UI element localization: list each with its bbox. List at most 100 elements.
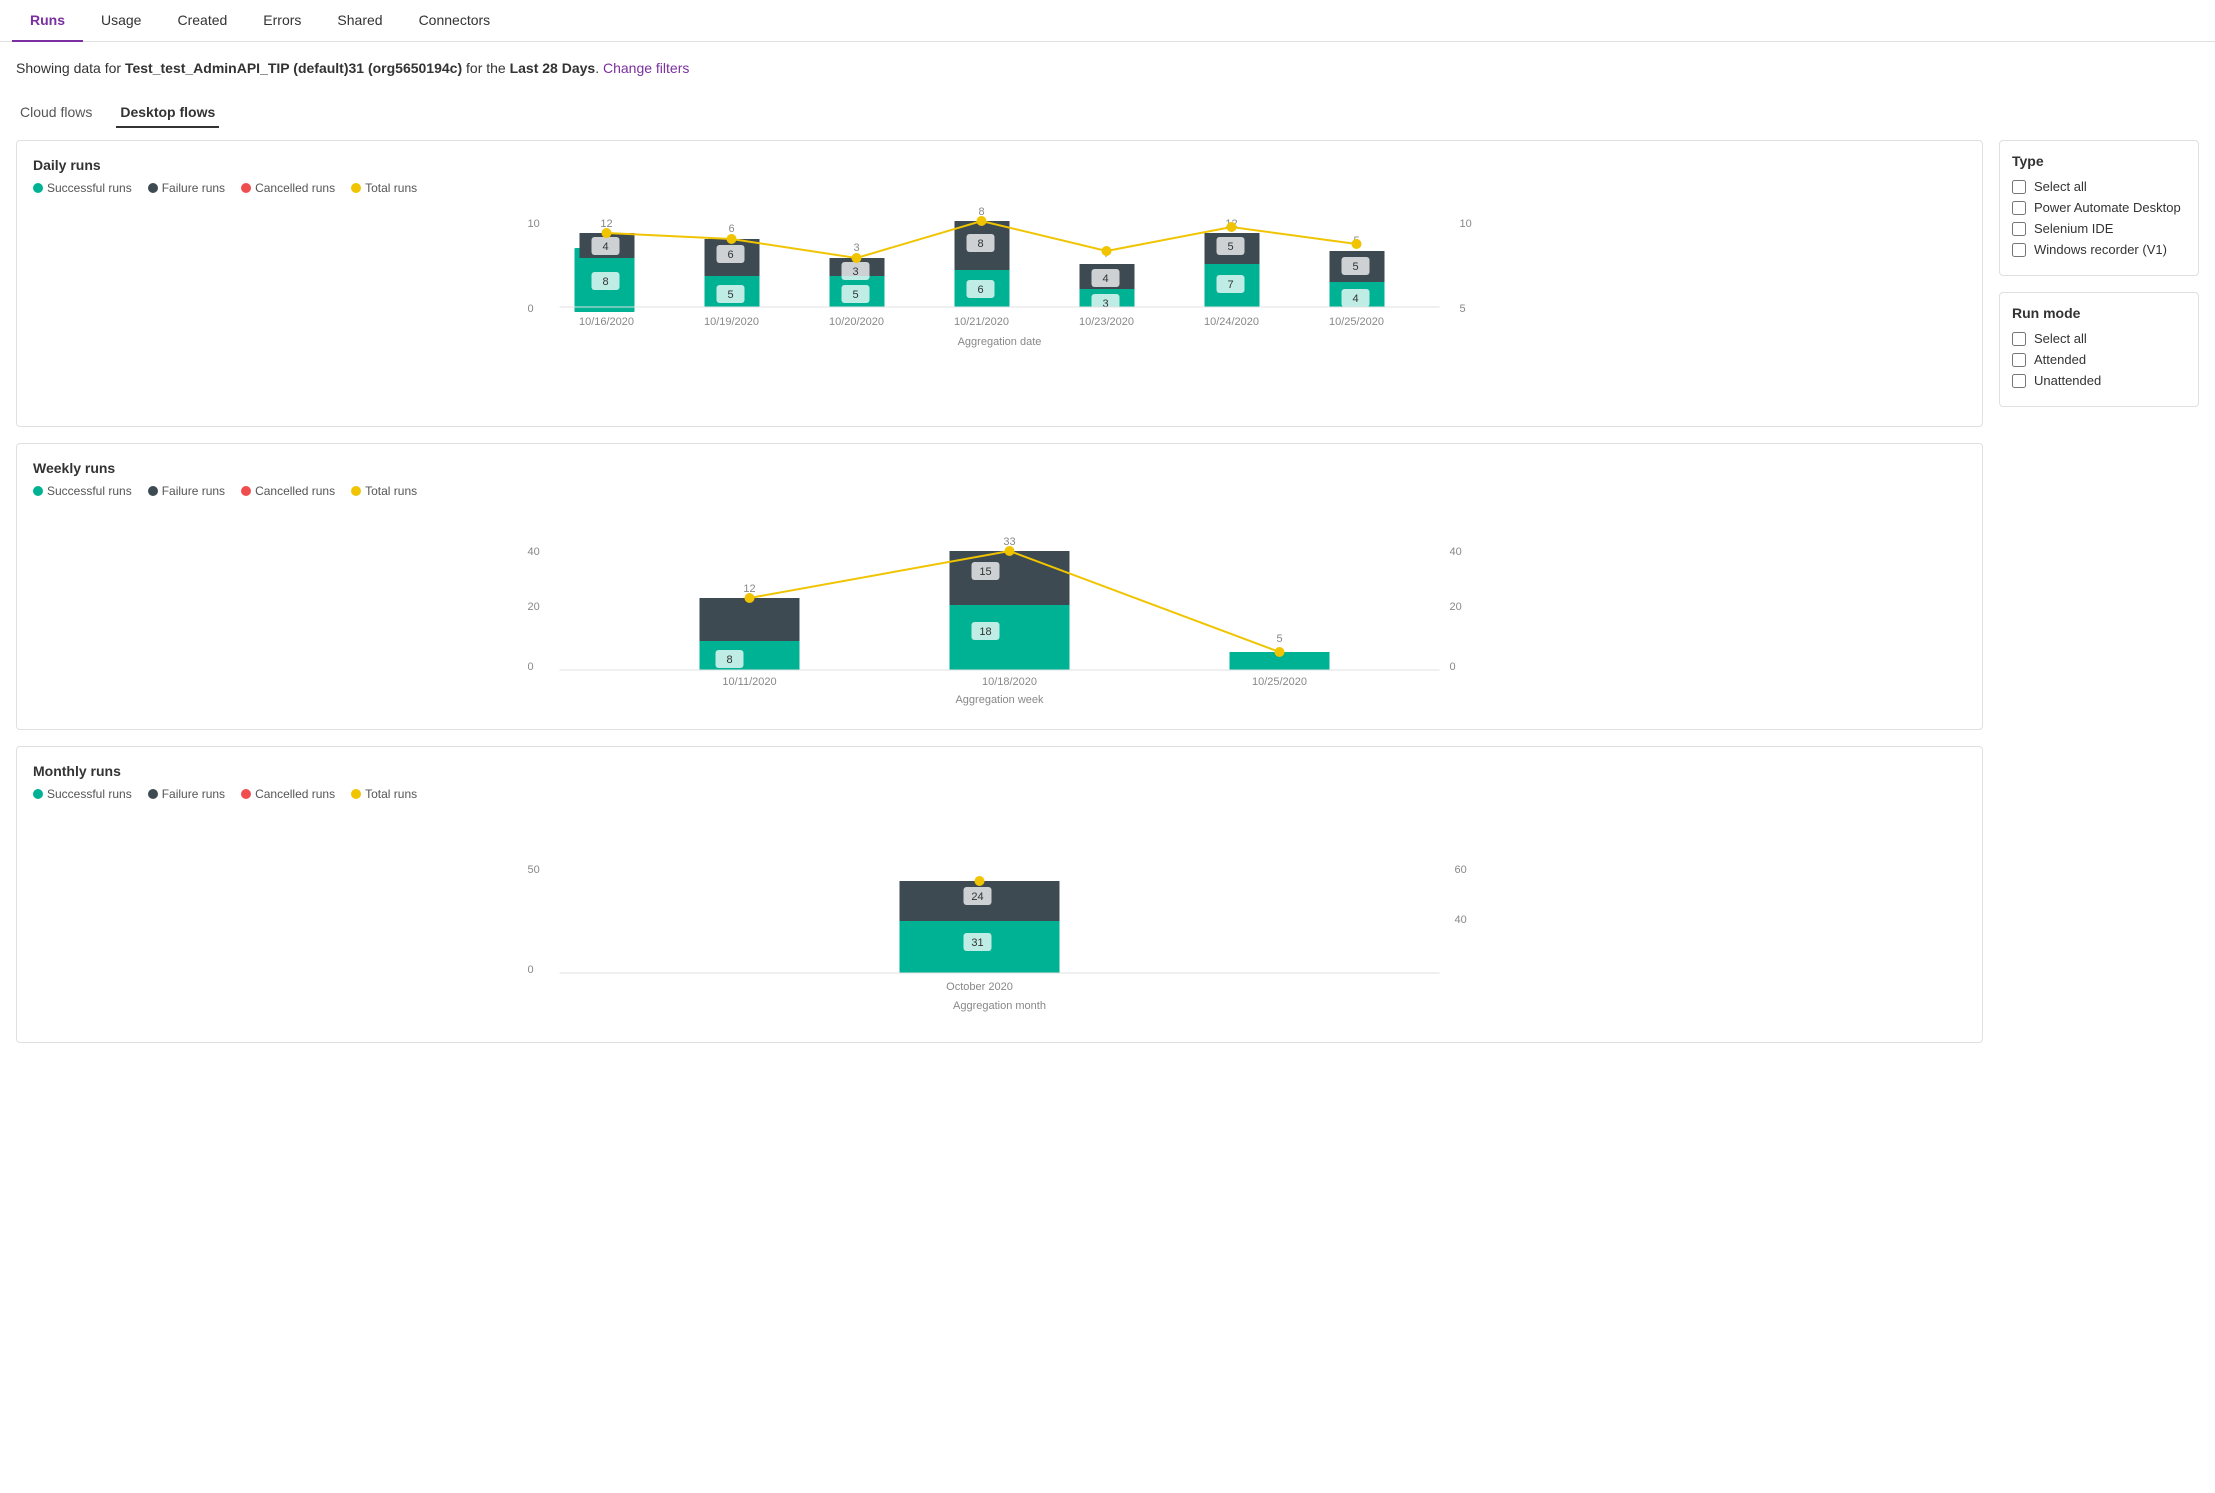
info-bar: Showing data for Test_test_AdminAPI_TIP … <box>0 42 2215 86</box>
svg-text:5: 5 <box>727 289 733 301</box>
svg-text:6: 6 <box>977 284 983 296</box>
daily-runs-svg: 10 0 10 5 <box>33 207 1966 407</box>
svg-text:October 2020: October 2020 <box>946 981 1013 993</box>
svg-text:10/11/2020: 10/11/2020 <box>722 676 776 688</box>
tab-created[interactable]: Created <box>159 0 245 42</box>
svg-text:4: 4 <box>1102 273 1108 285</box>
tab-errors[interactable]: Errors <box>245 0 319 42</box>
monthly-legend-label-failure: Failure runs <box>162 787 225 801</box>
change-filters-link[interactable]: Change filters <box>603 60 689 76</box>
runmode-attended-checkbox[interactable] <box>2012 353 2026 367</box>
type-filter-card: Type Select all Power Automate Desktop S… <box>1999 140 2199 276</box>
svg-text:5: 5 <box>852 289 858 301</box>
tab-usage[interactable]: Usage <box>83 0 159 42</box>
svg-text:3: 3 <box>852 266 858 278</box>
svg-text:5: 5 <box>1352 261 1358 273</box>
info-env: Test_test_AdminAPI_TIP (default)31 (org5… <box>125 60 462 76</box>
svg-text:40: 40 <box>1450 546 1462 558</box>
svg-text:8: 8 <box>726 654 732 666</box>
monthly-legend-label-successful: Successful runs <box>47 787 132 801</box>
type-windows-checkbox[interactable] <box>2012 243 2026 257</box>
monthly-legend-dot-failure <box>148 789 158 799</box>
monthly-legend-label-total: Total runs <box>365 787 417 801</box>
svg-text:10/24/2020: 10/24/2020 <box>1204 316 1259 328</box>
daily-runs-chart-area: 10 0 10 5 <box>33 207 1966 410</box>
weekly-legend-dot-failure <box>148 486 158 496</box>
type-selenium-checkbox[interactable] <box>2012 222 2026 236</box>
monthly-runs-title: Monthly runs <box>33 763 1966 779</box>
svg-text:7: 7 <box>1227 279 1233 291</box>
svg-text:60: 60 <box>1455 864 1467 876</box>
type-select-all-item: Select all <box>2012 179 2186 194</box>
svg-text:24: 24 <box>971 891 983 903</box>
type-option-pad: Power Automate Desktop <box>2012 200 2186 215</box>
svg-text:8: 8 <box>977 238 983 250</box>
svg-text:20: 20 <box>528 601 540 613</box>
svg-text:20: 20 <box>1450 601 1462 613</box>
svg-text:10: 10 <box>528 218 540 230</box>
svg-text:18: 18 <box>979 626 991 638</box>
svg-text:10/20/2020: 10/20/2020 <box>829 316 884 328</box>
weekly-legend-label-cancelled: Cancelled runs <box>255 484 335 498</box>
type-selenium-label: Selenium IDE <box>2034 221 2113 236</box>
svg-text:3: 3 <box>853 242 859 254</box>
svg-text:10/19/2020: 10/19/2020 <box>704 316 759 328</box>
runmode-filter-card: Run mode Select all Attended Unattended <box>1999 292 2199 407</box>
main-layout: Daily runs Successful runs Failure runs … <box>0 140 2215 1043</box>
weekly-legend-label-successful: Successful runs <box>47 484 132 498</box>
weekly-legend-dot-total <box>351 486 361 496</box>
legend-dot-failure <box>148 183 158 193</box>
type-option-windows: Windows recorder (V1) <box>2012 242 2186 257</box>
subtab-desktop-flows[interactable]: Desktop flows <box>116 98 219 128</box>
daily-runs-legend: Successful runs Failure runs Cancelled r… <box>33 181 1966 195</box>
svg-text:Aggregation week: Aggregation week <box>955 694 1044 706</box>
svg-text:10/25/2020: 10/25/2020 <box>1329 316 1384 328</box>
svg-text:10/18/2020: 10/18/2020 <box>982 676 1037 688</box>
legend-label-failure: Failure runs <box>162 181 225 195</box>
type-pad-checkbox[interactable] <box>2012 201 2026 215</box>
svg-text:0: 0 <box>528 661 534 673</box>
info-suffix: . <box>595 60 603 76</box>
legend-dot-total <box>351 183 361 193</box>
type-select-all-checkbox[interactable] <box>2012 180 2026 194</box>
runmode-select-all-label: Select all <box>2034 331 2087 346</box>
tab-connectors[interactable]: Connectors <box>401 0 509 42</box>
weekly-legend-failure: Failure runs <box>148 484 225 498</box>
svg-text:6: 6 <box>727 249 733 261</box>
weekly-runs-card: Weekly runs Successful runs Failure runs… <box>16 443 1983 730</box>
info-period: Last 28 Days <box>510 60 596 76</box>
weekly-legend-successful: Successful runs <box>33 484 132 498</box>
svg-text:10/25/2020: 10/25/2020 <box>1252 676 1307 688</box>
type-filter-title: Type <box>2012 153 2186 169</box>
svg-text:10/21/2020: 10/21/2020 <box>954 316 1009 328</box>
svg-text:Aggregation date: Aggregation date <box>958 336 1042 348</box>
weekly-legend-cancelled: Cancelled runs <box>241 484 335 498</box>
subtab-cloud-flows[interactable]: Cloud flows <box>16 98 96 128</box>
monthly-legend-cancelled: Cancelled runs <box>241 787 335 801</box>
runmode-unattended-label: Unattended <box>2034 373 2101 388</box>
runmode-select-all-checkbox[interactable] <box>2012 332 2026 346</box>
legend-label-cancelled: Cancelled runs <box>255 181 335 195</box>
svg-text:5: 5 <box>1460 303 1466 315</box>
legend-dot-successful <box>33 183 43 193</box>
daily-runs-title: Daily runs <box>33 157 1966 173</box>
weekly-runs-chart-area: 40 20 0 40 20 0 8 <box>33 510 1966 713</box>
svg-text:4: 4 <box>1352 293 1358 305</box>
type-pad-label: Power Automate Desktop <box>2034 200 2181 215</box>
svg-text:6: 6 <box>728 223 734 235</box>
runmode-select-all-item: Select all <box>2012 331 2186 346</box>
monthly-legend-label-cancelled: Cancelled runs <box>255 787 335 801</box>
type-option-selenium: Selenium IDE <box>2012 221 2186 236</box>
type-windows-label: Windows recorder (V1) <box>2034 242 2167 257</box>
monthly-legend-dot-successful <box>33 789 43 799</box>
svg-text:0: 0 <box>1450 661 1456 673</box>
runmode-filter-title: Run mode <box>2012 305 2186 321</box>
daily-runs-card: Daily runs Successful runs Failure runs … <box>16 140 1983 427</box>
tab-shared[interactable]: Shared <box>319 0 400 42</box>
tab-runs[interactable]: Runs <box>12 0 83 42</box>
legend-label-successful: Successful runs <box>47 181 132 195</box>
svg-text:15: 15 <box>979 566 991 578</box>
monthly-runs-svg: 50 0 60 40 31 24 <box>33 813 1966 1023</box>
legend-cancelled: Cancelled runs <box>241 181 335 195</box>
runmode-unattended-checkbox[interactable] <box>2012 374 2026 388</box>
